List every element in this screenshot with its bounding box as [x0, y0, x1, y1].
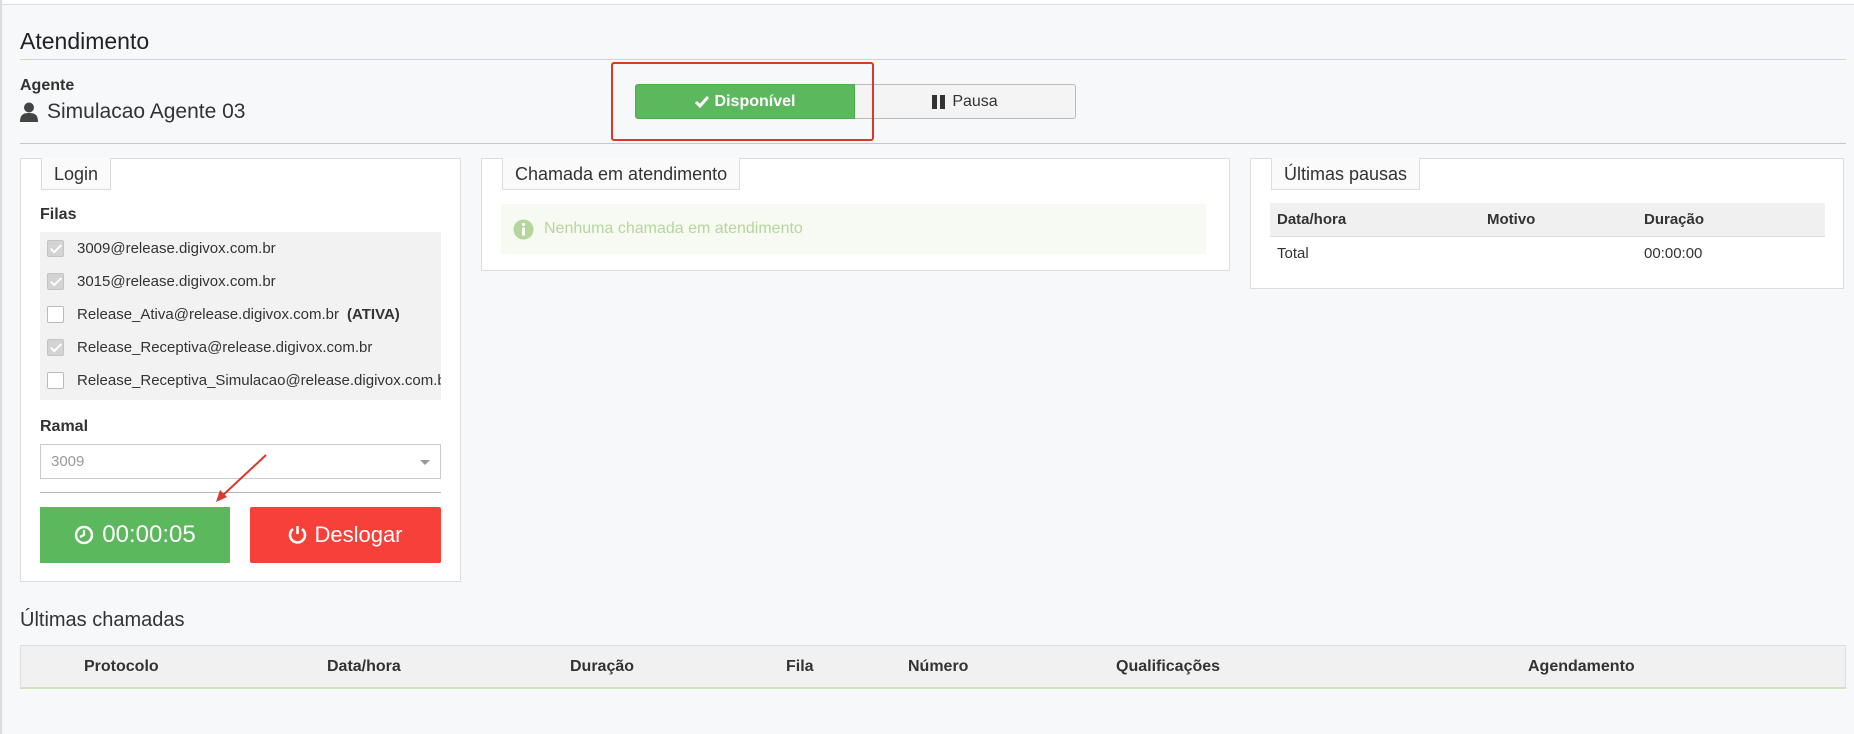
fila-checkbox[interactable]	[47, 240, 64, 257]
logout-button[interactable]: Deslogar	[250, 507, 441, 563]
pauses-header-cell: Duração	[1637, 203, 1825, 237]
filas-label: Filas	[40, 206, 77, 223]
login-tab[interactable]: Login	[41, 158, 112, 190]
fila-item[interactable]: Release_Receptiva_Simulacao@release.digi…	[40, 364, 441, 397]
pauses-header-cell: Motivo	[1480, 203, 1637, 237]
calls-header-cell[interactable]: Agendamento	[1528, 658, 1635, 676]
agent-name: Simulacao Agente 03	[20, 100, 245, 124]
last-calls-table-header: Protocolo Data/hora Duração Fila Número …	[20, 645, 1846, 689]
calls-header-cell[interactable]: Qualificações	[1116, 658, 1220, 676]
login-panel: Login Filas 3009@release.digivox.com.br …	[20, 158, 461, 582]
user-icon	[20, 102, 38, 122]
call-panel: Chamada em atendimento Nenhuma chamada e…	[481, 158, 1230, 271]
agent-label: Agente	[20, 77, 75, 94]
fila-checkbox[interactable]	[47, 306, 64, 323]
pauses-table: Data/hora Motivo Duração Total 00:00:00	[1270, 203, 1825, 271]
pauses-header-cell: Data/hora	[1270, 203, 1480, 237]
pause-button-label: Pausa	[952, 92, 998, 110]
calls-header-cell[interactable]: Número	[908, 658, 968, 676]
pauses-tab[interactable]: Últimas pausas	[1271, 158, 1421, 190]
last-calls-title: Últimas chamadas	[20, 609, 185, 631]
pause-button[interactable]: Pausa	[855, 84, 1076, 119]
fila-checkbox[interactable]	[47, 273, 64, 290]
filas-list: 3009@release.digivox.com.br 3015@release…	[40, 232, 441, 400]
fila-name: Release_Receptiva_Simulacao@release.digi…	[77, 372, 441, 389]
title-divider	[20, 59, 1846, 60]
logout-button-label: Deslogar	[314, 522, 403, 547]
pauses-panel: Últimas pausas Data/hora Motivo Duração …	[1250, 158, 1844, 289]
fila-name: Release_Ativa@release.digivox.com.br	[77, 306, 340, 323]
fila-name: 3015@release.digivox.com.br	[77, 273, 276, 290]
call-empty-message: Nenhuma chamada em atendimento	[544, 220, 803, 237]
call-empty-alert: Nenhuma chamada em atendimento	[501, 204, 1206, 254]
window-left-border	[0, 0, 2, 734]
fila-name: 3009@release.digivox.com.br	[77, 240, 276, 257]
calls-header-cell[interactable]: Fila	[786, 658, 814, 676]
pause-icon	[932, 94, 946, 109]
ramal-value: 3009	[51, 453, 85, 470]
window-top-border	[0, 0, 1854, 5]
calls-header-cell[interactable]: Data/hora	[327, 658, 401, 676]
fila-item[interactable]: 3015@release.digivox.com.br	[40, 265, 441, 298]
fila-checkbox[interactable]	[47, 372, 64, 389]
pauses-header-row: Data/hora Motivo Duração	[1270, 203, 1825, 237]
pauses-total-duration: 00:00:00	[1644, 245, 1703, 263]
timer-value: 00:00:05	[102, 521, 196, 548]
fila-item[interactable]: 3009@release.digivox.com.br	[40, 232, 441, 265]
ramal-divider	[40, 492, 441, 493]
pauses-total-empty	[1480, 236, 1637, 271]
section-divider	[20, 143, 1846, 144]
fila-tag: (ATIVA)	[347, 306, 400, 323]
fila-item[interactable]: Release_Ativa@release.digivox.com.br (AT…	[40, 298, 441, 331]
fila-checkbox[interactable]	[47, 339, 64, 356]
page-title: Atendimento	[20, 28, 150, 54]
fila-name: Release_Receptiva@release.digivox.com.br	[77, 339, 373, 356]
power-icon	[289, 526, 307, 544]
call-tab[interactable]: Chamada em atendimento	[502, 158, 741, 190]
ramal-select[interactable]: 3009	[40, 444, 441, 479]
pauses-total-row: Total 00:00:00	[1270, 236, 1825, 271]
calls-header-cell[interactable]: Duração	[570, 658, 634, 676]
login-timer-button[interactable]: 00:00:05	[40, 507, 230, 563]
ramal-label: Ramal	[40, 418, 89, 435]
agent-name-text: Simulacao Agente 03	[47, 100, 246, 123]
clock-icon	[75, 525, 94, 545]
annotation-highlight-box	[611, 62, 874, 141]
fila-item[interactable]: Release_Receptiva@release.digivox.com.br	[40, 331, 441, 364]
pauses-total-label: Total	[1277, 245, 1309, 263]
info-icon	[513, 219, 534, 239]
calls-header-cell[interactable]: Protocolo	[84, 658, 159, 676]
caret-down-icon	[420, 460, 430, 465]
